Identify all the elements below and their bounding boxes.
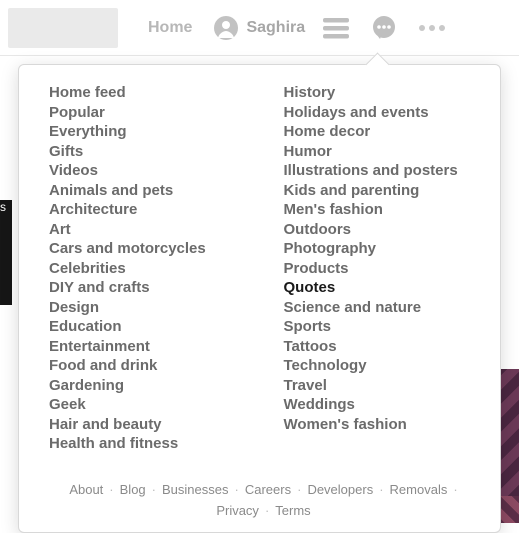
chat-icon[interactable] [371,15,397,41]
category-item[interactable]: Everything [49,122,244,142]
category-item[interactable]: Weddings [284,395,479,415]
top-bar: Home Saghira [0,0,519,56]
separator: · [379,482,383,497]
category-item[interactable]: Food and drink [49,356,244,376]
category-item[interactable]: Illustrations and posters [284,161,479,181]
bg-card-left: s [0,200,12,305]
category-item[interactable]: Popular [49,103,244,123]
category-item[interactable]: Products [284,259,479,279]
category-item[interactable]: Art [49,220,244,240]
footer-link[interactable]: About [69,482,103,497]
category-item[interactable]: Humor [284,142,479,162]
footer-links: About · Blog · Businesses · Careers · Developers… [49,472,478,524]
category-item[interactable]: Kids and parenting [284,181,479,201]
category-item[interactable]: Cars and motorcycles [49,239,244,259]
avatar-icon [214,16,238,40]
category-item[interactable]: Design [49,298,244,318]
category-item[interactable]: Animals and pets [49,181,244,201]
category-item[interactable]: Home decor [284,122,479,142]
category-item[interactable]: Education [49,317,244,337]
footer-link[interactable]: Terms [275,503,310,518]
separator: · [265,503,269,518]
category-column-1: Home feedPopularEverythingGiftsVideosAni… [49,83,244,454]
category-item[interactable]: Geek [49,395,244,415]
category-item[interactable]: Women's fashion [284,415,479,435]
footer-link[interactable]: Removals [390,482,448,497]
footer-link[interactable]: Privacy [216,503,259,518]
footer-link[interactable]: Developers [307,482,373,497]
separator: · [235,482,239,497]
category-item[interactable]: Quotes [284,278,479,298]
category-item[interactable]: Architecture [49,200,244,220]
logo-placeholder[interactable] [8,8,118,48]
menu-icon[interactable] [323,15,349,41]
category-item[interactable]: Health and fitness [49,434,244,454]
category-item[interactable]: Tattoos [284,337,479,357]
category-item[interactable]: DIY and crafts [49,278,244,298]
category-column-2: HistoryHolidays and eventsHome decorHumo… [284,83,479,454]
category-item[interactable]: Science and nature [284,298,479,318]
category-item[interactable]: Entertainment [49,337,244,357]
category-item[interactable]: Celebrities [49,259,244,279]
category-item[interactable]: History [284,83,479,103]
category-item[interactable]: Gardening [49,376,244,396]
category-item[interactable]: Travel [284,376,479,396]
category-item[interactable]: Outdoors [284,220,479,240]
category-item[interactable]: Holidays and events [284,103,479,123]
username-label: Saghira [246,19,305,37]
category-item[interactable]: Men's fashion [284,200,479,220]
home-nav[interactable]: Home [148,19,192,37]
category-item[interactable]: Videos [49,161,244,181]
footer-link[interactable]: Businesses [162,482,228,497]
separator: · [152,482,156,497]
separator: · [297,482,301,497]
more-icon[interactable] [419,15,445,41]
category-item[interactable]: Sports [284,317,479,337]
category-item[interactable]: Hair and beauty [49,415,244,435]
user-menu[interactable]: Saghira [214,16,305,40]
category-item[interactable]: Technology [284,356,479,376]
footer-link[interactable]: Blog [120,482,146,497]
icon-group [323,15,445,41]
category-item[interactable]: Photography [284,239,479,259]
separator: · [109,482,113,497]
category-item[interactable]: Home feed [49,83,244,103]
categories-dropdown: Home feedPopularEverythingGiftsVideosAni… [18,64,501,533]
separator: · [453,482,457,497]
footer-link[interactable]: Careers [245,482,291,497]
category-item[interactable]: Gifts [49,142,244,162]
